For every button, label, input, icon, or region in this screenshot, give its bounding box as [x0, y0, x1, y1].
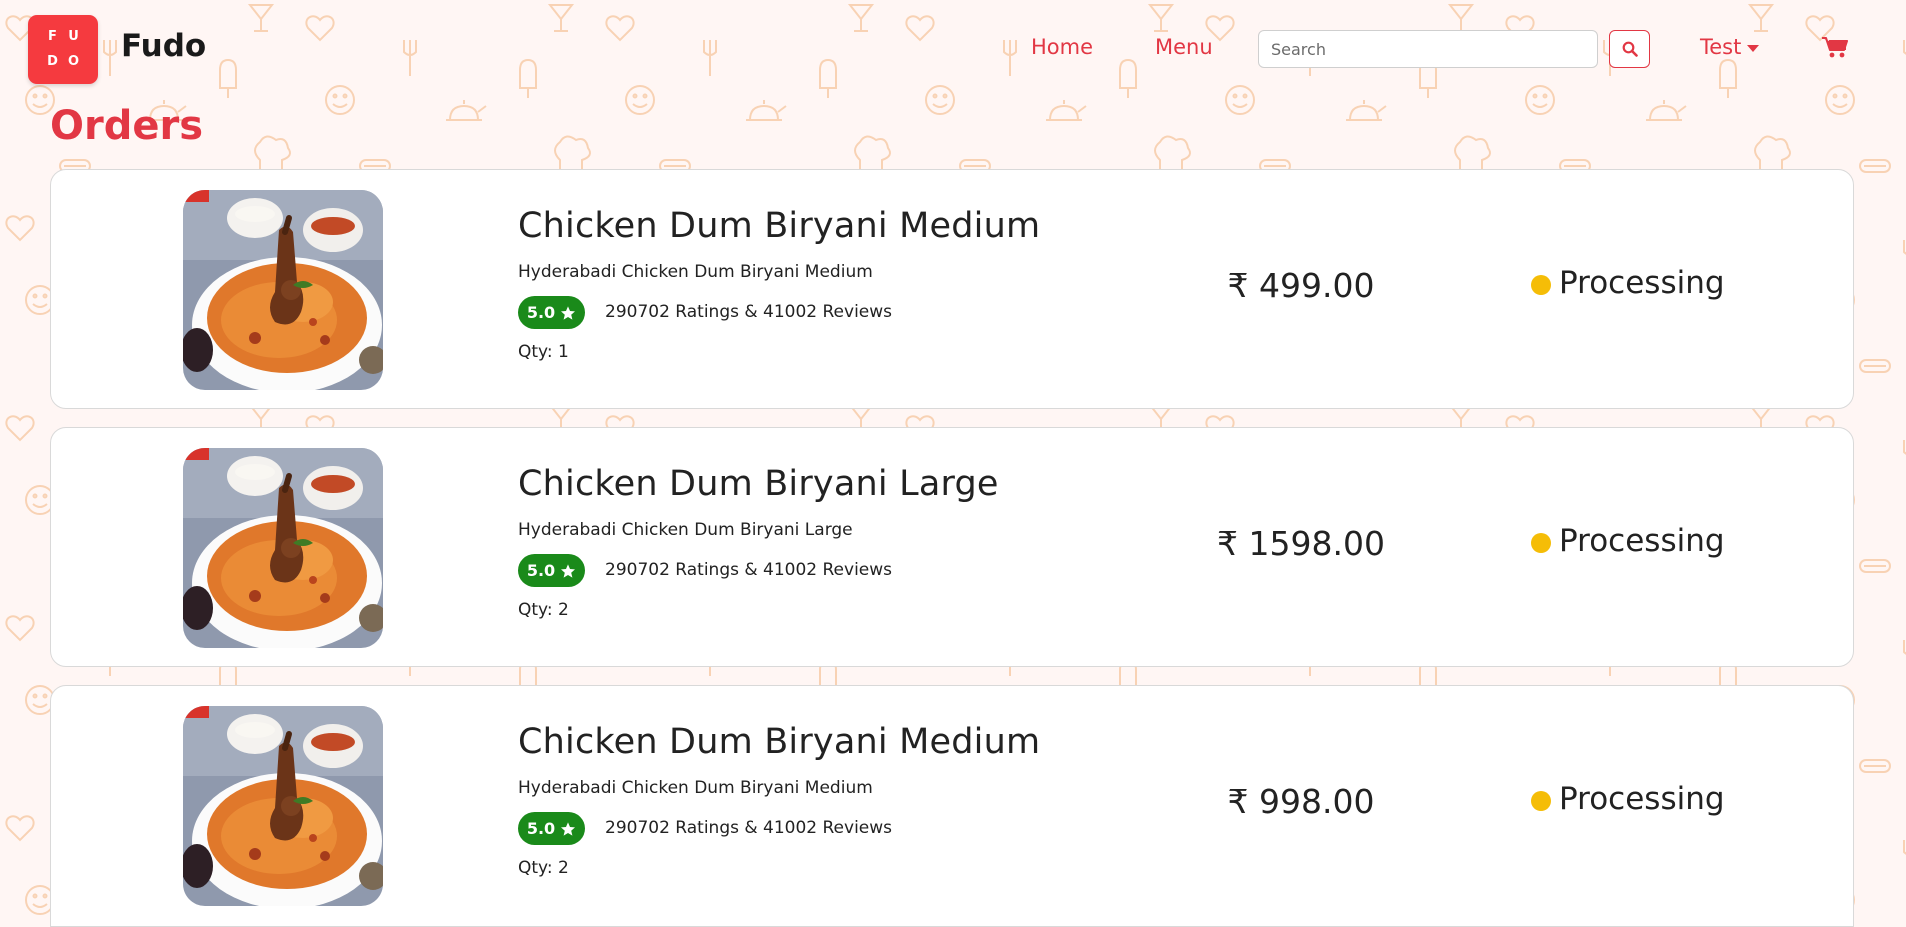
status-dot-icon — [1531, 275, 1551, 295]
brand-logo[interactable]: F U D O — [28, 15, 98, 84]
logo-letter: U — [68, 29, 79, 44]
item-title: Chicken Dum Biryani Medium — [518, 206, 1041, 246]
logo-letter: O — [67, 53, 80, 69]
status-label: Processing — [1559, 781, 1725, 817]
order-card[interactable]: Chicken Dum Biryani Medium Hyderabadi Ch… — [50, 685, 1854, 927]
order-card[interactable]: Chicken Dum Biryani Medium Hyderabadi Ch… — [50, 169, 1854, 409]
status-dot-icon — [1531, 791, 1551, 811]
status-label: Processing — [1559, 523, 1725, 559]
item-subtitle: Hyderabadi Chicken Dum Biryani Medium — [518, 262, 873, 282]
search-button[interactable] — [1609, 30, 1650, 68]
food-image — [183, 448, 383, 648]
food-image — [183, 190, 383, 390]
user-name: Test — [1700, 35, 1742, 59]
cart-icon[interactable] — [1822, 36, 1848, 58]
item-title: Chicken Dum Biryani Medium — [518, 722, 1041, 762]
rating-value: 5.0 — [526, 561, 556, 580]
star-icon — [561, 821, 576, 836]
brand-name[interactable]: Fudo — [121, 28, 206, 64]
rating-badge: 5.0 — [518, 554, 585, 587]
item-subtitle: Hyderabadi Chicken Dum Biryani Large — [518, 520, 853, 540]
search-input[interactable] — [1258, 30, 1598, 68]
quantity: Qty: 1 — [518, 342, 569, 362]
food-image — [183, 706, 383, 906]
logo-letter: F — [48, 29, 57, 44]
ratings-reviews-count: 290702 Ratings & 41002 Reviews — [605, 818, 893, 838]
order-card[interactable]: Chicken Dum Biryani Large Hyderabadi Chi… — [50, 427, 1854, 667]
order-status: Processing — [1531, 265, 1725, 301]
nav-menu-link[interactable]: Menu — [1155, 35, 1213, 59]
price: ₹ 499.00 — [1227, 266, 1375, 305]
order-status: Processing — [1531, 523, 1725, 559]
status-label: Processing — [1559, 265, 1725, 301]
price: ₹ 1598.00 — [1217, 524, 1385, 563]
quantity: Qty: 2 — [518, 600, 569, 620]
rating-badge: 5.0 — [518, 296, 585, 329]
nav-home-link[interactable]: Home — [1031, 35, 1093, 59]
star-icon — [561, 563, 576, 578]
quantity: Qty: 2 — [518, 858, 569, 878]
logo-letter: D — [47, 53, 58, 69]
chevron-down-icon — [1747, 44, 1760, 52]
user-dropdown[interactable]: Test — [1700, 35, 1760, 59]
item-subtitle: Hyderabadi Chicken Dum Biryani Medium — [518, 778, 873, 798]
navbar: F U D O Fudo Home Menu Test — [0, 0, 1906, 100]
rating-badge: 5.0 — [518, 812, 585, 845]
search-icon — [1622, 41, 1638, 57]
order-status: Processing — [1531, 781, 1725, 817]
item-title: Chicken Dum Biryani Large — [518, 464, 999, 504]
price: ₹ 998.00 — [1227, 782, 1375, 821]
star-icon — [561, 305, 576, 320]
ratings-reviews-count: 290702 Ratings & 41002 Reviews — [605, 302, 893, 322]
status-dot-icon — [1531, 533, 1551, 553]
rating-value: 5.0 — [526, 819, 556, 838]
page-title: Orders — [50, 103, 204, 149]
rating-value: 5.0 — [526, 303, 556, 322]
ratings-reviews-count: 290702 Ratings & 41002 Reviews — [605, 560, 893, 580]
